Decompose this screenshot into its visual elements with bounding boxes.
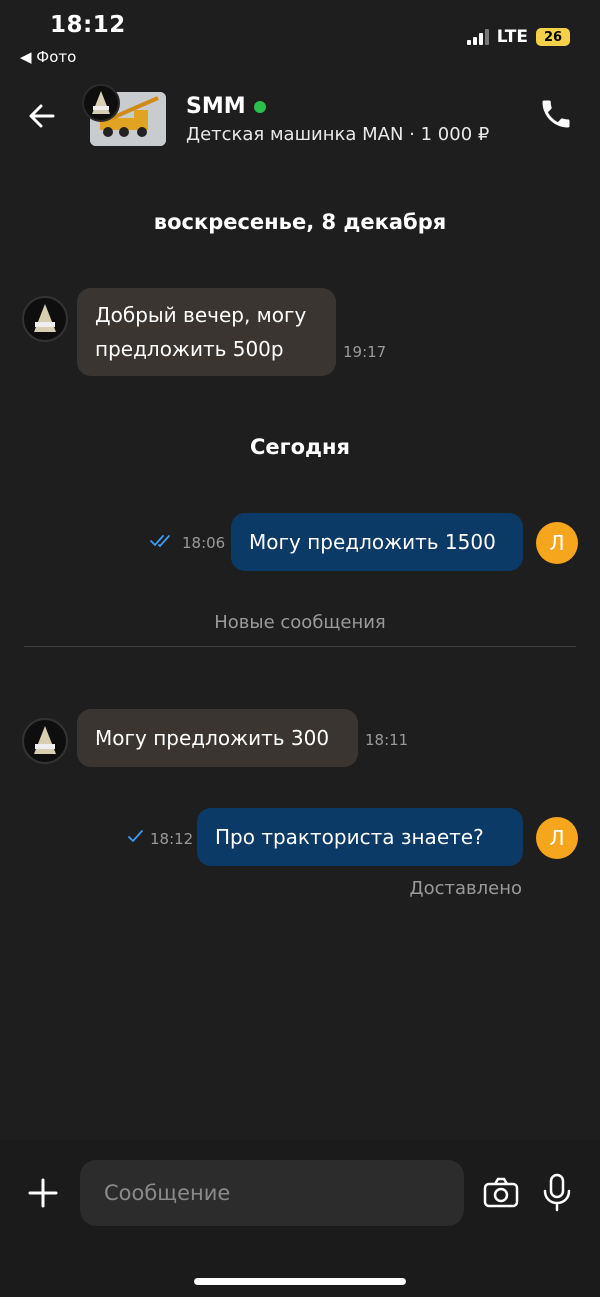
divider: [24, 646, 576, 647]
delivered-status: Доставлено: [409, 878, 522, 899]
date-separator: Сегодня: [249, 435, 350, 459]
status-time: 18:12: [50, 12, 126, 38]
network-label: LTE: [496, 27, 528, 47]
message-text: предложить 500р: [95, 337, 284, 361]
camera-icon[interactable]: [482, 1174, 520, 1212]
message-bubble-outgoing[interactable]: Про тракториста знаете?: [197, 808, 523, 866]
message-meta: 18:06: [150, 533, 225, 552]
home-indicator[interactable]: [194, 1278, 406, 1285]
message-bubble-outgoing[interactable]: Могу предложить 1500: [231, 513, 523, 571]
message-time: 19:17: [343, 343, 387, 361]
message-input[interactable]: [80, 1160, 464, 1226]
message-text: Могу предложить 1500: [249, 530, 496, 554]
phone-icon[interactable]: [538, 96, 574, 132]
plus-icon[interactable]: [26, 1176, 60, 1210]
single-check-icon: [128, 829, 144, 848]
contact-name-text: SMM: [186, 94, 246, 119]
user-avatar[interactable]: Л: [536, 817, 578, 859]
status-indicators: LTE 26: [466, 27, 570, 47]
message-text: Про тракториста знаете?: [215, 825, 484, 849]
message-time: 18:06: [182, 533, 226, 552]
message-text: Добрый вечер, могу: [95, 303, 307, 327]
message-text: Могу предложить 300: [95, 726, 330, 750]
online-indicator: [253, 100, 266, 113]
listing-subtitle[interactable]: Детская машинка MAN · 1 000 ₽: [186, 124, 489, 145]
battery-icon: 26: [536, 28, 570, 46]
message-time: 18:11: [365, 731, 409, 749]
message-bubble-incoming[interactable]: Могу предложить 300: [77, 709, 358, 767]
signal-icon: [466, 29, 489, 45]
sender-avatar[interactable]: [22, 718, 68, 764]
user-avatar[interactable]: Л: [536, 522, 578, 564]
seller-logo-icon: [82, 84, 120, 122]
back-arrow-icon[interactable]: [24, 98, 60, 134]
contact-name[interactable]: SMM: [186, 94, 266, 119]
message-bubble-incoming[interactable]: Добрый вечер, могу предложить 500р: [77, 288, 336, 376]
double-check-icon: [150, 533, 174, 552]
new-messages-label: Новые сообщения: [214, 612, 386, 633]
message-time: 18:12: [150, 829, 194, 848]
microphone-icon[interactable]: [540, 1172, 574, 1212]
date-separator: воскресенье, 8 декабря: [153, 210, 447, 234]
sender-avatar[interactable]: [22, 296, 68, 342]
message-meta: 18:12: [128, 829, 193, 848]
back-to-app-link[interactable]: ◀ Фото: [20, 48, 76, 66]
